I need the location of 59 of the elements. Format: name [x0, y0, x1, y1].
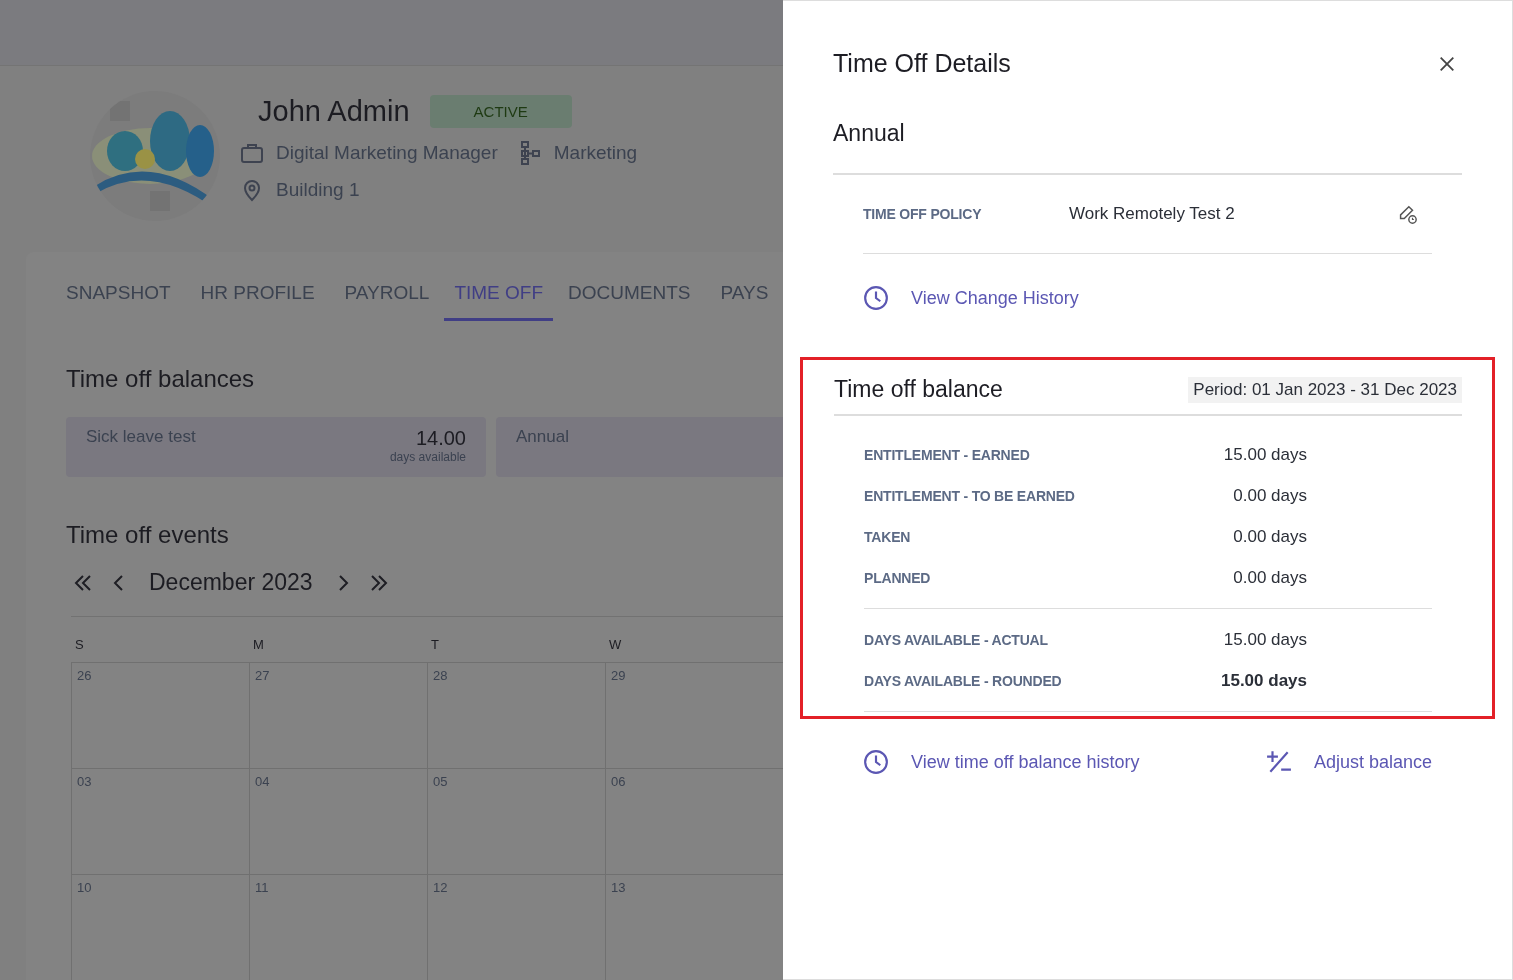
employee-name: John Admin [258, 94, 410, 128]
leave-type-heading: Annual [833, 120, 1462, 175]
balance-unit: days available [389, 450, 466, 464]
adjust-balance-link[interactable]: Adjust balance [1313, 751, 1432, 773]
balance-label: TAKEN [864, 528, 912, 545]
balance-history-link[interactable]: View time off balance history [911, 751, 1140, 773]
tab[interactable]: SNAPSHOT [66, 274, 186, 321]
balance-label: PLANNED [864, 569, 932, 586]
status-badge: ACTIVE [429, 94, 572, 128]
balance-label: DAYS AVAILABLE - ROUNDED [864, 672, 1063, 689]
balance-card[interactable]: Sick leave test 14.00 days available [66, 417, 486, 477]
period-chip: Period: 01 Jan 2023 - 31 Dec 2023 [1188, 376, 1462, 403]
section-title: Time off balances [66, 365, 256, 393]
calendar-day[interactable]: 03 [71, 769, 249, 874]
leave-type: Sick leave test [86, 427, 196, 448]
calendar-day[interactable]: 28 [427, 663, 605, 768]
field-label: TIME OFF POLICY [863, 206, 983, 222]
balance-label: ENTITLEMENT - EARNED [864, 446, 1031, 463]
briefcase-icon [240, 141, 264, 166]
calendar-day[interactable]: 11 [249, 875, 427, 980]
tab[interactable]: PAYROLL [329, 274, 445, 321]
balance-value: 0.00 days [1232, 485, 1307, 506]
balance-value: 0.00 days [1232, 526, 1307, 547]
clock-icon [863, 285, 889, 311]
clock-icon [863, 749, 889, 775]
weekday-label: M [252, 637, 265, 652]
section-title: Time off events [66, 521, 230, 549]
location: Building 1 [276, 179, 360, 202]
balance-value: 15.00 days [1222, 444, 1307, 465]
tab[interactable]: TIME OFF [444, 274, 554, 321]
close-icon[interactable] [1438, 54, 1456, 73]
field-value: Work Remotely Test 2 [1069, 204, 1236, 224]
job-title: Digital Marketing Manager [276, 142, 498, 165]
balance-label: DAYS AVAILABLE - ACTUAL [864, 631, 1049, 648]
balance-amount: 14.00 [415, 427, 466, 450]
weekday-label: S [74, 637, 85, 652]
tab[interactable]: DOCUMENTS [553, 274, 706, 321]
tab[interactable]: HR PROFILE [185, 274, 330, 321]
balance-value: 15.00 days [1222, 629, 1307, 650]
balance-card[interactable]: Annual [496, 417, 783, 477]
balance-label: ENTITLEMENT - TO BE EARNED [864, 487, 1076, 504]
calendar-day[interactable]: 04 [249, 769, 427, 874]
department: Marketing [553, 142, 638, 165]
plus-minus-icon [1265, 749, 1292, 775]
calendar-day[interactable]: 12 [427, 875, 605, 980]
month-label: December 2023 [149, 569, 313, 596]
calendar-day[interactable]: 26 [71, 663, 249, 768]
calendar-day[interactable]: 27 [249, 663, 427, 768]
panel-title: Time Off Details [833, 49, 1011, 78]
balance-title: Time off balance [834, 376, 1003, 403]
calendar-day[interactable]: 05 [427, 769, 605, 874]
leave-type: Annual [516, 427, 569, 448]
weekday-label: T [430, 637, 440, 652]
balance-value: 15.00 days [1220, 670, 1307, 691]
weekday-label: W [608, 637, 623, 652]
calendar-day[interactable]: 10 [71, 875, 249, 980]
balance-value: 0.00 days [1232, 567, 1307, 588]
view-change-history-link[interactable]: View Change History [911, 287, 1079, 309]
tab[interactable]: PAYS [705, 274, 783, 321]
